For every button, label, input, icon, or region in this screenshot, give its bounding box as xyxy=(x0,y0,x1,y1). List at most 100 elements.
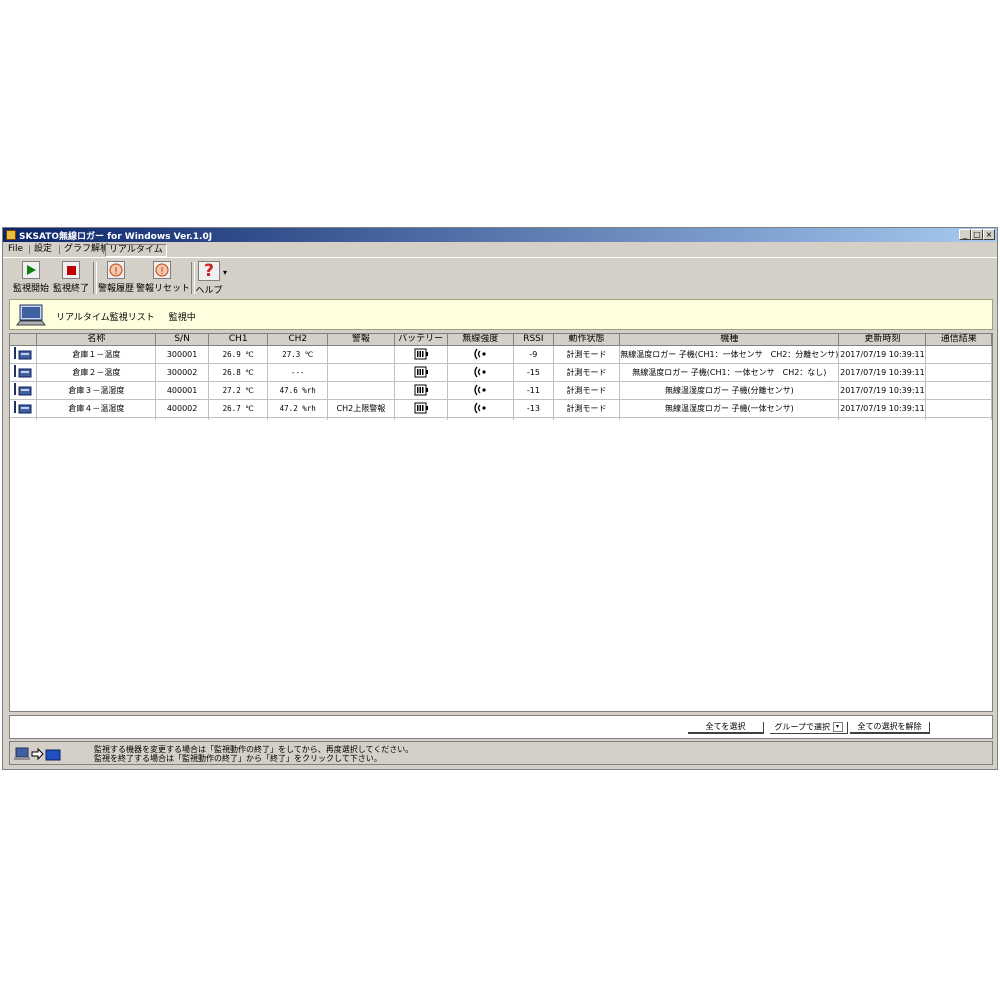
clear-selection-button[interactable]: 全ての選択を解除 xyxy=(850,722,930,734)
cell-model: 無線温度ロガー 子機(CH1：一体センサ CH2：分離センサ) xyxy=(619,345,840,364)
cell-rssi: -15 xyxy=(513,363,554,382)
alarm-history-button[interactable]: ! 警報履歴 xyxy=(97,261,135,295)
select-all-button[interactable]: 全てを選択 xyxy=(688,722,764,734)
play-icon xyxy=(22,261,40,279)
cell-ch2: 27.3 ℃ xyxy=(267,345,329,364)
cell-model: 無線温度ロガー 子機(CH1：一体センサ CH2：なし) xyxy=(619,363,840,382)
menu-settings[interactable]: 設定 xyxy=(31,244,55,255)
cell-serial: 300002 xyxy=(155,363,209,382)
cell-model: 無線温湿度ロガー 子機(一体センサ) xyxy=(619,399,840,418)
cell-ch2: 47.2 %rh xyxy=(267,399,329,418)
menu-separator xyxy=(59,245,60,254)
table-row[interactable]: 倉庫３－温湿度 400001 27.2 ℃ 47.6 %rh -11 計測モード 無線温湿度… xyxy=(10,381,992,400)
cell-alarm xyxy=(327,381,395,400)
cell-ch1: 26.9 ℃ xyxy=(208,345,269,364)
menu-file[interactable]: File xyxy=(5,244,26,255)
cell-ch1: 27.2 ℃ xyxy=(208,381,269,400)
device-icon xyxy=(14,347,32,360)
start-monitoring-button[interactable]: 監視開始 xyxy=(11,261,51,295)
column-header[interactable]: 動作状態 xyxy=(553,334,621,346)
stop-monitoring-label: 監視終了 xyxy=(52,284,89,294)
dropdown-arrow-icon[interactable]: ▾ xyxy=(832,722,843,732)
cell-serial: 300001 xyxy=(155,345,209,364)
battery-icon xyxy=(414,402,428,413)
alarm-reset-icon: ! xyxy=(153,261,171,279)
cell-alarm xyxy=(327,363,395,382)
column-header[interactable]: RSSI xyxy=(513,334,554,346)
battery-icon xyxy=(414,384,428,395)
signal-cell xyxy=(447,399,515,418)
signal-strength-icon xyxy=(474,348,486,359)
cell-serial: 400002 xyxy=(155,399,209,418)
app-icon[interactable] xyxy=(6,230,16,240)
device-icon-cell xyxy=(10,381,38,400)
device-icon-cell xyxy=(10,345,38,364)
cell-result xyxy=(925,345,992,364)
cell-result xyxy=(925,399,992,418)
title-bar[interactable]: SKSATO無線ロガー for Windows Ver.1.0J _ □ × xyxy=(3,228,997,242)
menu-bar: File 設定 グラフ解析 リアルタイム xyxy=(3,243,997,257)
cell-serial: 400001 xyxy=(155,381,209,400)
cell-updated: 2017/07/19 10:39:11 xyxy=(838,345,927,364)
column-header[interactable]: バッテリー xyxy=(394,334,448,346)
cell-result xyxy=(925,363,992,382)
menu-realtime[interactable]: リアルタイム xyxy=(105,244,167,257)
signal-cell xyxy=(447,345,515,364)
device-icon xyxy=(14,383,32,396)
help-glyph: ? xyxy=(204,261,214,281)
laptop-icon xyxy=(16,304,46,329)
help-dropdown-arrow-icon[interactable]: ▾ xyxy=(223,268,227,277)
table-row[interactable]: 倉庫２－温度 300002 26.8 ℃ --- -15 計測モード 無線温度ロガー 子機(… xyxy=(10,363,992,382)
cell-updated: 2017/07/19 10:39:11 xyxy=(838,381,927,400)
signal-strength-icon xyxy=(474,402,486,413)
table-row[interactable]: 倉庫１－温度 300001 26.9 ℃ 27.3 ℃ -9 計測モード 無線温度ロガー 子… xyxy=(10,345,992,364)
cell-state: 計測モード xyxy=(553,381,621,400)
menu-separator xyxy=(29,245,30,254)
battery-icon xyxy=(414,366,428,377)
maximize-button[interactable]: □ xyxy=(971,229,983,240)
device-icon xyxy=(14,401,32,414)
alarm-reset-glyph: ! xyxy=(160,266,164,277)
table-header: 名称 S/N CH1 CH2 警報 バッテリー 無線強度 RSSI 動作状態 機… xyxy=(10,334,992,346)
cell-rssi: -9 xyxy=(513,345,554,364)
help-icon: ? xyxy=(198,261,220,281)
column-header[interactable]: CH2 xyxy=(267,334,329,346)
battery-cell xyxy=(394,363,448,382)
column-header[interactable]: 警報 xyxy=(327,334,395,346)
group-select-label: グループで選択 xyxy=(774,722,830,732)
help-button[interactable]: ? ヘルプ xyxy=(195,261,223,296)
cell-name: 倉庫２－温度 xyxy=(36,363,157,382)
column-header[interactable]: 更新時刻 xyxy=(838,334,927,346)
device-icon-cell xyxy=(10,399,38,418)
window-title: SKSATO無線ロガー for Windows Ver.1.0J xyxy=(19,232,213,242)
alarm-reset-button[interactable]: ! 警報リセット xyxy=(136,261,190,295)
cell-name: 倉庫１－温度 xyxy=(36,345,157,364)
cell-rssi: -11 xyxy=(513,381,554,400)
column-header-icon xyxy=(10,334,38,346)
column-header[interactable]: 通信結果 xyxy=(925,334,992,346)
stop-icon xyxy=(62,261,80,279)
column-header[interactable]: 無線強度 xyxy=(447,334,515,346)
alarm-history-glyph: ! xyxy=(114,266,118,277)
footer-message-area: 監視する機器を変更する場合は「監視動作の終了」をしてから、再度選択してください。… xyxy=(9,741,993,765)
footer-message: 監視する機器を変更する場合は「監視動作の終了」をしてから、再度選択してください。… xyxy=(94,745,413,763)
table-row[interactable]: 倉庫４－温湿度 400002 26.7 ℃ 47.2 %rh CH2上限警報 -13 計測モ… xyxy=(10,399,992,418)
group-select-dropdown[interactable]: グループで選択 ▾ xyxy=(770,722,848,734)
cell-state: 計測モード xyxy=(553,345,621,364)
close-button[interactable]: × xyxy=(983,229,995,240)
battery-cell xyxy=(394,381,448,400)
footer-line-2: 監視を終了する場合は「監視動作の終了」から「終了」をクリックして下さい。 xyxy=(94,754,382,763)
cell-state: 計測モード xyxy=(553,363,621,382)
stop-monitoring-button[interactable]: 監視終了 xyxy=(51,261,91,295)
start-monitoring-label: 監視開始 xyxy=(12,284,49,294)
minimize-button[interactable]: _ xyxy=(959,229,971,240)
main-window: SKSATO無線ロガー for Windows Ver.1.0J _ □ × F… xyxy=(2,227,998,770)
device-icon xyxy=(14,365,32,378)
alarm-history-icon: ! xyxy=(107,261,125,279)
column-header[interactable]: 機種 xyxy=(619,334,840,346)
column-header[interactable]: 名称 xyxy=(36,334,157,346)
cell-updated: 2017/07/19 10:39:11 xyxy=(838,399,927,418)
signal-cell xyxy=(447,381,515,400)
column-header[interactable]: CH1 xyxy=(208,334,269,346)
column-header[interactable]: S/N xyxy=(155,334,209,346)
